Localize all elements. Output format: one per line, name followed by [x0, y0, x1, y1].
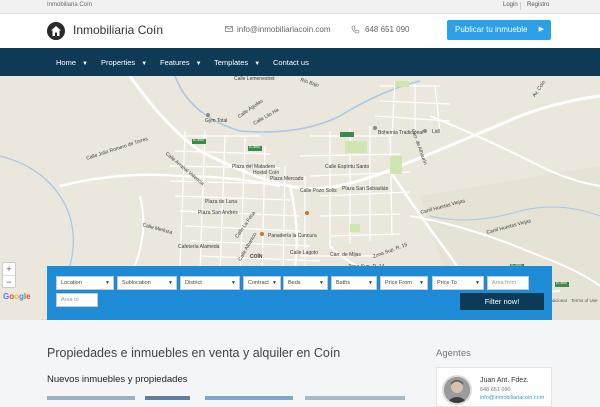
publish-property-label: Publicar tu inmueble [455, 25, 528, 34]
page-title: Propiedades e inmuebles en venta y alqui… [47, 346, 341, 360]
price-to-select[interactable]: Price To ▼ [432, 276, 484, 290]
select-label: Contract [248, 280, 269, 286]
beds-select[interactable]: Beds ▼ [283, 276, 328, 290]
house-icon[interactable] [47, 22, 65, 40]
publish-property-button[interactable]: Publicar tu inmueble ▶ [447, 20, 551, 40]
map-label: Plaza de Luna [205, 199, 237, 205]
filter-now-button[interactable]: Filter now! [460, 293, 544, 310]
header-phone[interactable]: 648 651 090 [365, 25, 410, 34]
caret-down-icon: ▼ [368, 280, 373, 286]
header-email[interactable]: info@inmobiliariacoin.com [237, 25, 331, 34]
sublocation-select[interactable]: Sublocation ▼ [117, 276, 177, 290]
select-label: Price From [385, 280, 412, 286]
nav-item-features[interactable]: Features ▼ [160, 48, 202, 76]
phone-icon [351, 25, 360, 34]
map-label: Calle Pozo Solís [300, 188, 337, 194]
area-to-input[interactable]: Area to [56, 293, 98, 307]
agent-name[interactable]: Juan Ant. Fdez. [480, 377, 529, 384]
chevron-right-icon: ▶ [538, 26, 544, 33]
caret-down-icon: ▼ [475, 280, 480, 286]
zoom-in-button[interactable]: + [3, 263, 15, 275]
map-label: A-366 [249, 144, 260, 149]
nav-item-label: Contact us [273, 58, 309, 67]
caret-down-icon: ▼ [105, 280, 110, 286]
select-label: Baths [336, 280, 351, 286]
property-thumbnail[interactable] [205, 396, 293, 400]
select-label: Beds [288, 280, 301, 286]
caret-down-icon: ▼ [141, 61, 148, 67]
nav-item-home[interactable]: Home ▼ [56, 48, 88, 76]
map-label: A-366 [556, 280, 567, 285]
caret-down-icon: ▼ [254, 61, 261, 67]
map-terms-link[interactable]: Terms of Use [571, 298, 598, 303]
main-nav: Home ▼ Properties ▼ Features ▼ Templates ▼ C… [0, 48, 600, 76]
logo-text[interactable]: Inmobiliaria Coín [73, 23, 163, 37]
property-thumbnail[interactable] [47, 396, 135, 400]
caret-down-icon: ▼ [272, 280, 277, 286]
map-label: Carr. de Mijas [330, 252, 361, 258]
caret-down-icon: ▼ [195, 61, 202, 67]
map-label: A-366 [193, 137, 204, 142]
map-label: Plaza San Andrés [198, 210, 238, 216]
select-label: District [185, 280, 202, 286]
nav-item-properties[interactable]: Properties ▼ [101, 48, 147, 76]
caret-down-icon: ▼ [82, 61, 88, 67]
nav-item-label: Templates [214, 58, 249, 67]
contract-select[interactable]: Contract ▼ [243, 276, 281, 290]
map-label: Lidl [432, 129, 440, 135]
login-link[interactable]: Login [503, 2, 518, 8]
baths-select[interactable]: Baths ▼ [331, 276, 377, 290]
map-label: Calle Lemenestret [234, 76, 275, 82]
map-label: Panadería la Cuncura [268, 233, 317, 239]
top-bar-divider [520, 2, 521, 10]
nav-item-label: Home [56, 58, 77, 67]
area-from-input[interactable]: Area from [487, 276, 529, 290]
google-logo: Google [3, 292, 31, 301]
caret-down-icon: ▼ [319, 280, 324, 286]
map-zoom-control: + − [2, 262, 16, 288]
nav-item-contact-us[interactable]: Contact us [273, 48, 309, 76]
caret-down-icon: ▼ [168, 280, 173, 286]
agent-phone: 648 651 090 [480, 387, 511, 393]
register-link[interactable]: Registro [527, 2, 549, 8]
map-label: Plaza Mercado [270, 176, 304, 182]
select-label: Sublocation [122, 280, 151, 286]
property-thumbnail[interactable] [305, 396, 405, 400]
agents-heading: Agentes [436, 348, 471, 359]
map-label: COÍN [250, 254, 263, 260]
nav-item-label: Features [160, 58, 190, 67]
price-from-select[interactable]: Price From ▼ [380, 276, 428, 290]
property-search-panel: Location ▼ Sublocation ▼ District ▼ Contrac… [47, 266, 552, 320]
caret-down-icon: ▼ [419, 280, 424, 286]
map-label: Cafetería Alameda [178, 244, 220, 250]
nav-item-templates[interactable]: Templates ▼ [214, 48, 260, 76]
map-label: Plaza San Sebastián [342, 186, 389, 192]
select-label: Price To [437, 280, 457, 286]
nav-item-label: Properties [101, 58, 136, 67]
map-label: Calle Espíritu Santo [325, 164, 370, 170]
map-attribution: nacional [550, 298, 567, 303]
select-label: Location [61, 280, 82, 286]
avatar[interactable] [442, 375, 472, 405]
section-title: Nuevos inmuebles y propiedades [47, 374, 188, 385]
map-label: Calle Lagoto [290, 250, 319, 256]
site-header: Inmobiliaria Coín info@inmobiliariacoin.… [0, 14, 600, 48]
caret-down-icon: ▼ [231, 280, 236, 286]
agent-email[interactable]: info@inmobiliariacoin.com [480, 395, 544, 401]
top-bar: Inmobiliaria Coín Login Registro [0, 0, 600, 14]
zoom-out-button[interactable]: − [3, 276, 15, 288]
location-select[interactable]: Location ▼ [56, 276, 114, 290]
mail-icon [225, 26, 233, 32]
map-label: Gym Total [205, 118, 228, 124]
top-bar-site-name[interactable]: Inmobiliaria Coín [47, 2, 92, 8]
district-select[interactable]: District ▼ [180, 276, 240, 290]
property-thumbnail[interactable] [145, 396, 190, 400]
